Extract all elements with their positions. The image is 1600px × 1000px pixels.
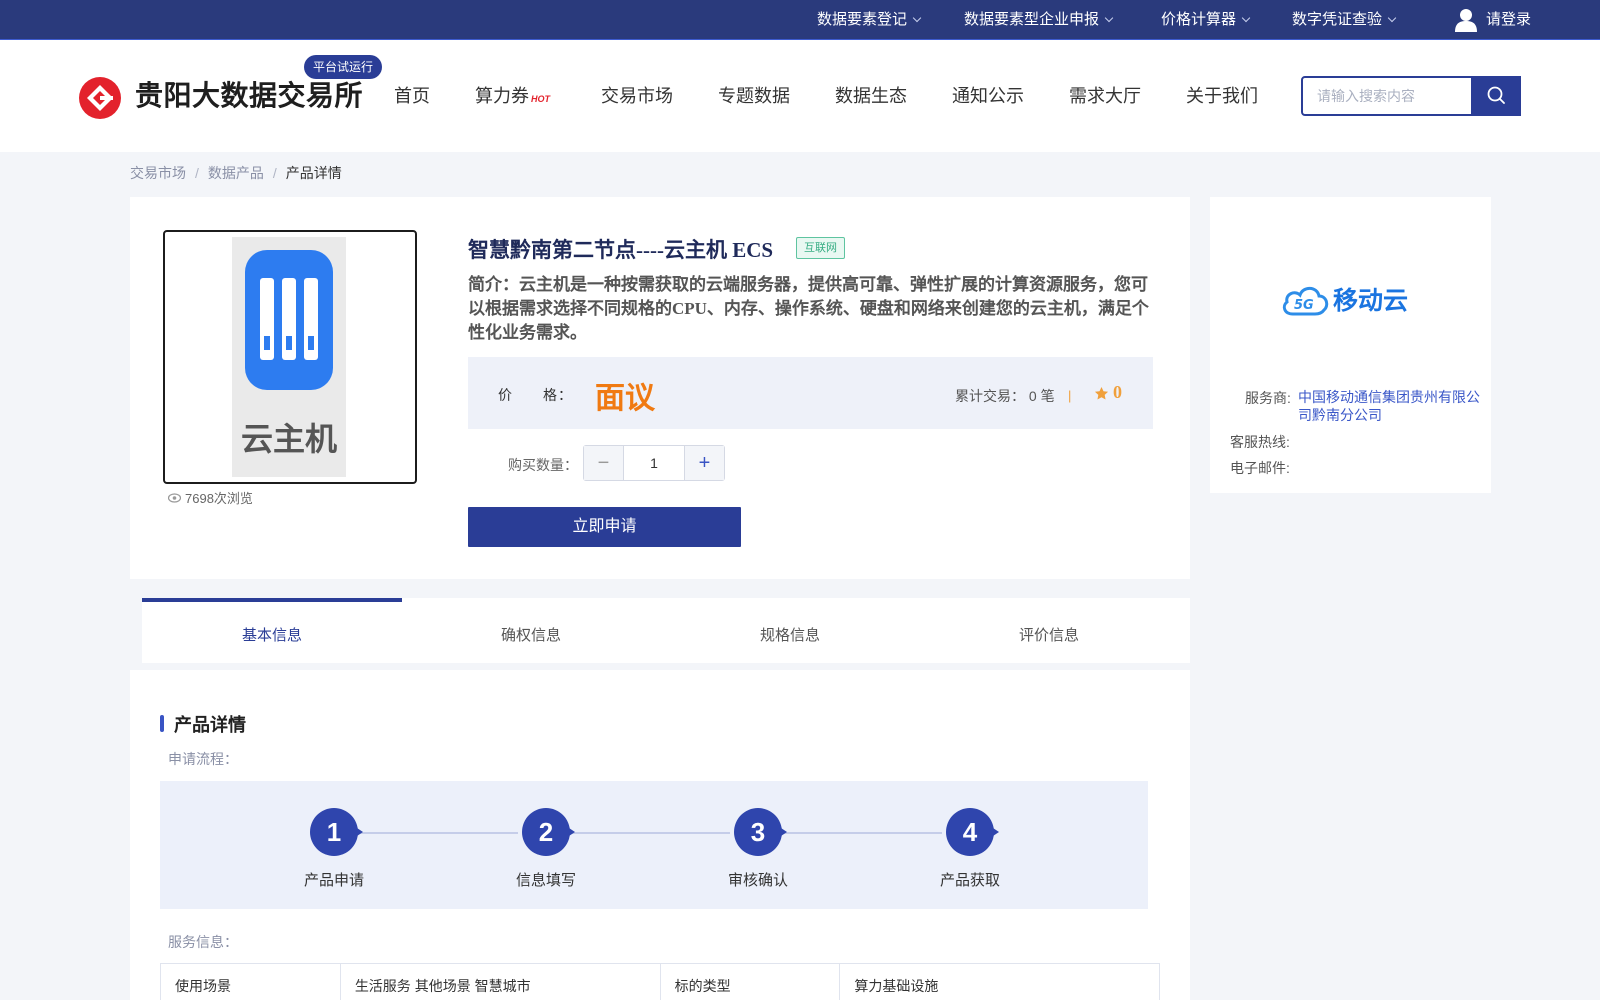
nav-compute-voucher[interactable]: 算力券 (475, 82, 529, 108)
table-key-target-type: 标的类型 (659, 963, 841, 1000)
table-key-usage-scenario: 使用场景 (160, 963, 341, 1000)
provider-service-label: 服务商: (1245, 390, 1291, 406)
product-title: 智慧黔南第二节点----云主机 ECS (468, 238, 774, 262)
logo-text[interactable]: 贵阳大数据交易所 (135, 74, 363, 114)
tab-basic-info[interactable]: 基本信息 (242, 624, 302, 645)
product-image: 云主机 (163, 230, 417, 484)
table-row: 使用场景 生活服务 其他场景 智慧城市 标的类型 算力基础设施 (160, 963, 1160, 1000)
section-accent-bar (160, 715, 164, 732)
breadcrumb-separator: / (272, 165, 277, 181)
topnav-enterprise-declaration[interactable]: 数据要素型企业申报 (964, 0, 1114, 40)
top-bar: 数据要素登记 数据要素型企业申报 价格计算器 数字凭证查验 请登录 (0, 0, 1600, 40)
logo-mark-icon[interactable] (79, 77, 121, 119)
nav-about-us[interactable]: 关于我们 (1186, 82, 1258, 108)
trade-count: 累计交易： 0 笔 (955, 388, 1055, 404)
topnav-data-registration[interactable]: 数据要素登记 (817, 0, 922, 40)
flow-step-2-number: 2 (522, 808, 575, 856)
nav-demand-hall[interactable]: 需求大厅 (1069, 82, 1141, 108)
flow-connector (782, 832, 942, 834)
nav-notices[interactable]: 通知公示 (952, 82, 1024, 108)
product-image-caption: 云主机 (241, 420, 337, 458)
topnav-price-calculator[interactable]: 价格计算器 (1161, 0, 1251, 40)
user-icon[interactable] (1455, 8, 1477, 32)
breadcrumb-current: 产品详情 (285, 165, 342, 181)
price-label: 价 格： (498, 387, 573, 403)
chevron-down-icon (1104, 13, 1114, 23)
nav-data-ecosystem[interactable]: 数据生态 (835, 82, 907, 108)
quantity-increase-button[interactable]: + (684, 446, 724, 480)
chevron-down-icon (1241, 13, 1251, 23)
tab-spec-info[interactable]: 规格信息 (760, 624, 820, 645)
search-button[interactable] (1471, 76, 1520, 116)
search-icon (1487, 86, 1505, 104)
breadcrumb-data-products[interactable]: 数据产品 (208, 165, 264, 181)
table-value-usage-scenario: 生活服务 其他场景 智慧城市 (339, 963, 661, 1000)
login-link[interactable]: 请登录 (1486, 0, 1531, 40)
tab-active-indicator (142, 598, 402, 602)
flow-step-1-label: 产品申请 (303, 872, 364, 889)
cloud-5g-icon[interactable]: 5G 移动云 (1281, 276, 1426, 322)
quantity-decrease-button[interactable]: − (584, 446, 624, 480)
price-value: 面议 (595, 382, 655, 415)
tab-review-info[interactable]: 评价信息 (1019, 624, 1079, 645)
nav-trading-market[interactable]: 交易市场 (601, 82, 673, 108)
section-title: 产品详情 (174, 715, 246, 735)
tab-ownership-info[interactable]: 确权信息 (501, 624, 561, 645)
flow-step-3-label: 审核确认 (727, 872, 788, 889)
chevron-down-icon (1387, 13, 1397, 23)
star-icon (1094, 386, 1109, 400)
hot-badge: HOT (531, 94, 550, 104)
flow-step-3-number: 3 (734, 808, 787, 856)
nav-topic-data[interactable]: 专题数据 (718, 82, 790, 108)
category-tag: 互联网 (796, 237, 845, 259)
product-intro: 简介：云主机是一种按需获取的云端服务器，提供高可靠、弹性扩展的计算资源服务，您可… (468, 275, 1149, 342)
provider-email-label: 电子邮件: (1230, 460, 1290, 476)
provider-logo-5g: 5G (1294, 298, 1314, 313)
quantity-input[interactable] (625, 446, 683, 480)
rating-value: 0 (1113, 382, 1122, 402)
quantity-label: 购买数量： (508, 457, 578, 473)
chevron-down-icon (912, 13, 922, 23)
provider-hotline-label: 客服热线: (1230, 434, 1290, 450)
flow-step-2-label: 信息填写 (515, 872, 576, 889)
view-count: 7698次浏览 (167, 488, 253, 507)
provider-logo-text: 移动云 (1333, 286, 1408, 315)
eye-icon (167, 493, 182, 503)
table-value-target-type: 算力基础设施 (839, 963, 1160, 1000)
flow-connector (570, 832, 730, 834)
quantity-stepper: − + (583, 445, 725, 481)
trial-badge: 平台试运行 (304, 55, 383, 79)
topnav-digital-voucher-check[interactable]: 数字凭证查验 (1292, 0, 1397, 40)
nav-home[interactable]: 首页 (394, 82, 430, 108)
flow-step-4-label: 产品获取 (939, 872, 1000, 889)
breadcrumb-trading-market[interactable]: 交易市场 (130, 165, 186, 181)
service-info-table: 使用场景 生活服务 其他场景 智慧城市 标的类型 算力基础设施 (160, 963, 1160, 1000)
apply-now-button[interactable]: 立即申请 (468, 507, 741, 547)
flow-step-4-number: 4 (946, 808, 999, 856)
provider-service-value[interactable]: 中国移动通信集团贵州有限公司黔南分公司 (1298, 388, 1483, 424)
divider: | (1068, 388, 1072, 403)
flow-step-1-number: 1 (310, 808, 363, 856)
server-icon: 云主机 (232, 237, 346, 477)
service-info-label: 服务信息： (168, 934, 238, 950)
breadcrumb: 交易市场 / 数据产品 / 产品详情 (130, 163, 342, 183)
flow-label: 申请流程： (168, 751, 238, 767)
flow-connector (358, 832, 518, 834)
breadcrumb-separator: / (195, 165, 199, 181)
